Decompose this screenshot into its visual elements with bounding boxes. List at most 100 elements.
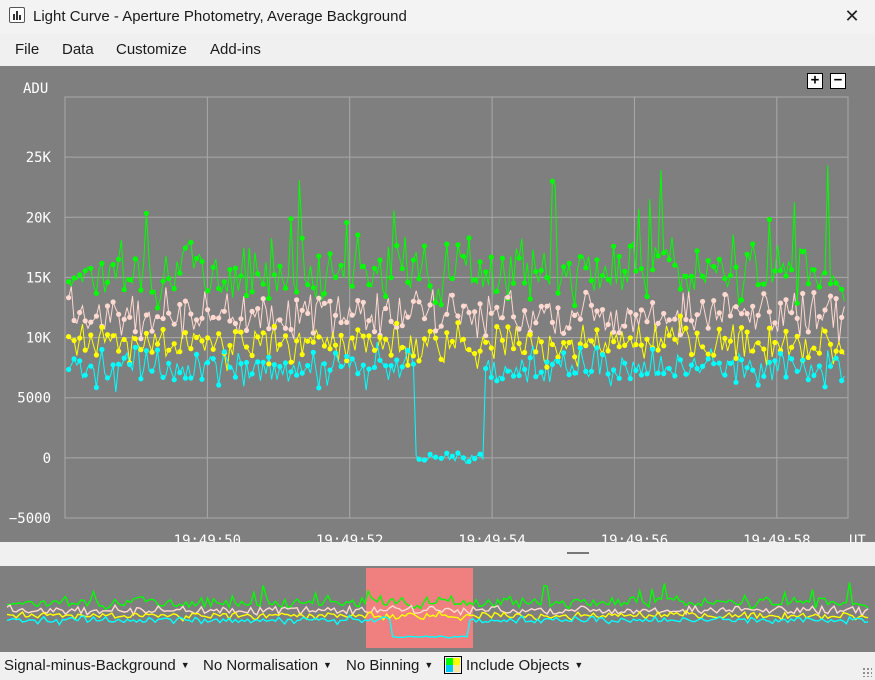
data-point bbox=[243, 327, 250, 333]
data-point bbox=[538, 369, 544, 375]
data-point bbox=[688, 351, 695, 358]
data-point bbox=[655, 253, 661, 259]
signal-mode-dropdown[interactable]: Signal-minus-Background ▼ bbox=[4, 657, 190, 674]
data-point bbox=[405, 314, 411, 320]
data-point bbox=[611, 339, 617, 345]
data-point bbox=[138, 376, 144, 382]
splitter-handle[interactable] bbox=[0, 542, 875, 566]
data-point bbox=[321, 291, 327, 297]
data-point bbox=[594, 345, 600, 351]
data-point bbox=[149, 368, 155, 374]
data-point bbox=[555, 290, 561, 296]
data-point bbox=[661, 310, 667, 317]
y-tick-label: 25K bbox=[26, 150, 52, 166]
data-point bbox=[77, 358, 83, 364]
data-point bbox=[121, 355, 127, 361]
data-point bbox=[405, 362, 411, 368]
data-point bbox=[205, 360, 211, 366]
menu-customize[interactable]: Customize bbox=[116, 41, 187, 58]
data-point bbox=[332, 342, 339, 348]
data-point bbox=[800, 357, 806, 363]
overview-plot[interactable] bbox=[0, 566, 875, 652]
data-point bbox=[611, 367, 617, 373]
data-point bbox=[510, 280, 517, 286]
data-point bbox=[316, 253, 322, 259]
data-point bbox=[138, 287, 144, 293]
data-point bbox=[510, 373, 517, 379]
data-point bbox=[143, 312, 149, 318]
close-button[interactable]: ✕ bbox=[829, 0, 875, 32]
data-point bbox=[738, 325, 745, 331]
data-point bbox=[160, 374, 166, 380]
data-point bbox=[110, 362, 116, 368]
data-point bbox=[355, 371, 361, 377]
chevron-down-icon: ▼ bbox=[323, 660, 332, 670]
data-point bbox=[789, 267, 795, 273]
menu-add-ins[interactable]: Add-ins bbox=[210, 41, 261, 58]
menu-data[interactable]: Data bbox=[62, 41, 94, 58]
light-curve-plot[interactable]: 25K 20K 15K 10K 5000 0 −5000 19:49:50 19:49:52 19… bbox=[0, 66, 875, 549]
data-point bbox=[149, 349, 155, 355]
binning-label: No Binning bbox=[346, 657, 420, 674]
data-point bbox=[494, 288, 500, 294]
data-point bbox=[483, 269, 489, 275]
data-point bbox=[132, 344, 138, 350]
data-point bbox=[483, 339, 489, 345]
data-point bbox=[383, 305, 389, 312]
data-point bbox=[683, 273, 689, 279]
zoom-out-button[interactable]: − bbox=[830, 73, 846, 89]
data-point bbox=[516, 255, 522, 261]
data-point bbox=[455, 320, 461, 326]
data-point bbox=[299, 370, 305, 376]
data-point bbox=[544, 303, 550, 309]
data-point bbox=[332, 274, 339, 280]
binning-dropdown[interactable]: No Binning ▼ bbox=[346, 657, 433, 674]
data-point bbox=[677, 313, 684, 319]
data-point bbox=[483, 365, 489, 372]
resize-grip-icon[interactable] bbox=[862, 667, 872, 677]
normalisation-dropdown[interactable]: No Normalisation ▼ bbox=[203, 657, 332, 674]
zoom-in-button[interactable]: + bbox=[807, 73, 823, 89]
data-point bbox=[833, 355, 839, 361]
data-point bbox=[349, 335, 355, 341]
data-point bbox=[644, 371, 650, 377]
data-point bbox=[121, 316, 127, 322]
data-point bbox=[811, 345, 817, 351]
menu-file[interactable]: File bbox=[15, 41, 39, 58]
objects-dropdown[interactable]: Include Objects ▼ bbox=[466, 657, 583, 674]
data-point bbox=[794, 300, 800, 306]
data-point bbox=[433, 335, 439, 341]
data-point bbox=[510, 314, 517, 320]
data-point bbox=[644, 336, 650, 342]
data-point bbox=[288, 359, 294, 365]
data-point bbox=[410, 361, 416, 367]
data-point bbox=[533, 269, 539, 275]
data-point bbox=[483, 333, 489, 339]
data-point bbox=[688, 318, 695, 324]
data-point bbox=[583, 265, 589, 271]
data-point bbox=[88, 319, 94, 325]
data-point bbox=[205, 335, 211, 341]
data-point bbox=[355, 232, 361, 238]
data-point bbox=[127, 361, 133, 368]
data-point bbox=[255, 359, 261, 365]
data-point bbox=[688, 273, 695, 279]
data-point bbox=[249, 289, 255, 295]
data-point bbox=[66, 295, 72, 301]
data-point bbox=[733, 304, 739, 310]
data-point bbox=[605, 321, 611, 328]
data-point bbox=[193, 255, 200, 262]
data-point bbox=[349, 356, 355, 362]
data-point bbox=[455, 242, 461, 248]
data-point bbox=[783, 374, 789, 380]
data-point bbox=[232, 329, 238, 335]
data-point bbox=[199, 376, 205, 382]
data-point bbox=[750, 241, 756, 247]
data-point bbox=[627, 376, 633, 382]
data-point bbox=[811, 267, 817, 273]
data-point bbox=[538, 303, 544, 309]
data-point bbox=[166, 360, 172, 366]
data-point bbox=[438, 323, 444, 329]
x-tick-label: 19:49:56 bbox=[601, 533, 668, 542]
data-point bbox=[282, 360, 289, 366]
